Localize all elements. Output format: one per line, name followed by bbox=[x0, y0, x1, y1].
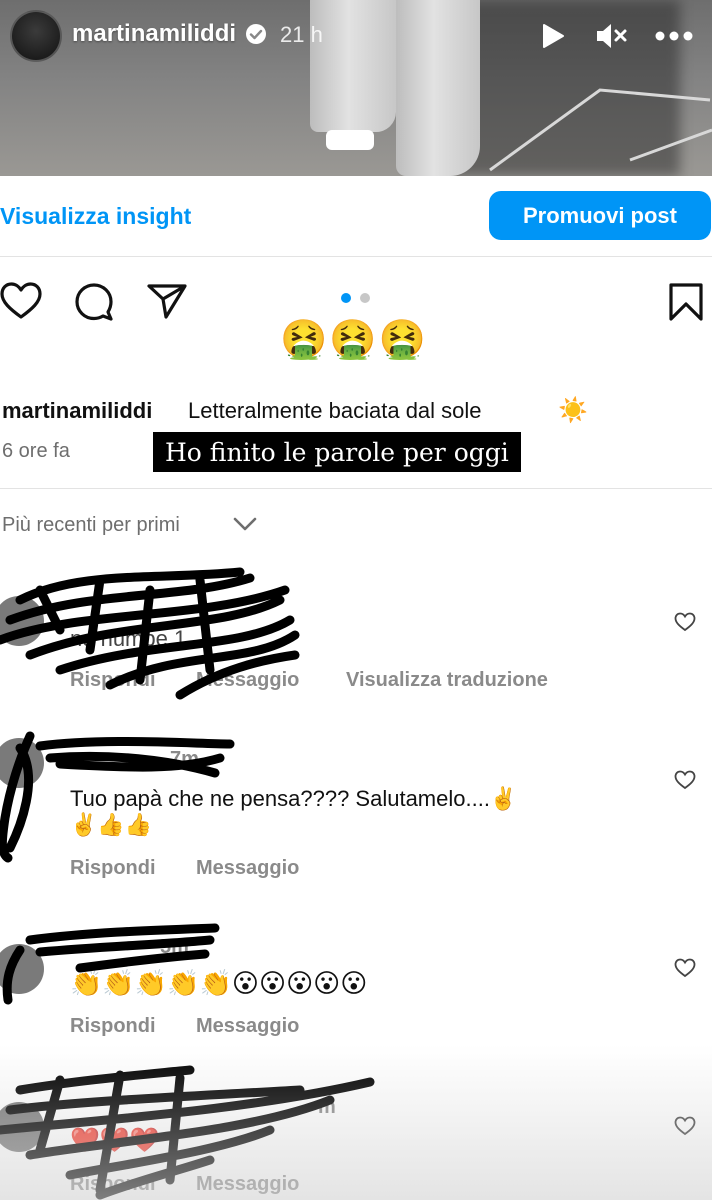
comment-like-icon[interactable] bbox=[674, 958, 696, 978]
reply-button[interactable]: Rispondi bbox=[70, 669, 156, 692]
caption-emoji: ☀️ bbox=[558, 397, 588, 424]
caption-username[interactable]: martinamiliddi bbox=[2, 398, 152, 424]
chalk-lines bbox=[489, 88, 712, 172]
post-time: 6 ore fa bbox=[2, 440, 70, 462]
view-insights-link[interactable]: Visualizza insight bbox=[0, 203, 191, 230]
redaction-scribble bbox=[0, 1065, 375, 1200]
story-username[interactable]: martinamiliddi bbox=[72, 20, 236, 48]
shoe bbox=[326, 130, 374, 150]
story-sticker-emoji: 🤮🤮🤮 bbox=[280, 319, 428, 361]
comment-meta: 5m bbox=[160, 936, 189, 958]
like-heart-icon[interactable] bbox=[0, 282, 42, 320]
message-button[interactable]: Messaggio bbox=[196, 857, 299, 880]
verified-icon bbox=[246, 24, 266, 44]
carousel-dot bbox=[360, 293, 370, 303]
chevron-down-icon[interactable] bbox=[232, 514, 258, 534]
divider bbox=[0, 256, 712, 257]
comment-sort-label[interactable]: Più recenti per primi bbox=[2, 514, 180, 537]
carousel-dot-active bbox=[341, 293, 351, 303]
reply-button[interactable]: Rispondi bbox=[70, 1015, 156, 1038]
comment-icon[interactable] bbox=[74, 282, 114, 322]
comment-text: 👏👏👏👏👏😮😮😮😮😮 bbox=[70, 968, 368, 998]
message-button[interactable]: Messaggio bbox=[196, 669, 299, 692]
message-button[interactable]: Messaggio bbox=[196, 1015, 299, 1038]
reply-button[interactable]: Rispondi bbox=[70, 857, 156, 880]
comment-text: ❤️❤️❤️ bbox=[70, 1127, 160, 1154]
comment-like-icon[interactable] bbox=[674, 612, 696, 632]
comment-text: Tuo papà che ne pensa???? Salutamelo....… bbox=[70, 786, 518, 811]
story-time: 21 h bbox=[280, 22, 323, 47]
divider bbox=[0, 488, 712, 489]
story-overlay-text: Ho finito le parole per oggi bbox=[153, 432, 521, 472]
comment-meta: 7m bbox=[170, 748, 199, 770]
play-icon[interactable] bbox=[538, 22, 566, 50]
comment-avatar[interactable] bbox=[0, 1102, 44, 1152]
story-avatar[interactable] bbox=[10, 10, 62, 62]
message-button[interactable]: Messaggio bbox=[196, 1173, 299, 1196]
save-bookmark-icon[interactable] bbox=[668, 282, 704, 322]
more-icon[interactable] bbox=[654, 30, 694, 42]
promote-post-button[interactable]: Promuovi post bbox=[489, 191, 711, 240]
comment-text: nd numbe 1 bbox=[70, 626, 187, 651]
comment-avatar[interactable] bbox=[0, 596, 44, 646]
pant-leg-left bbox=[310, 0, 396, 132]
reply-button[interactable]: Rispondi bbox=[70, 1173, 156, 1196]
pant-leg-right bbox=[396, 0, 480, 176]
caption-text: Letteralmente baciata dal sole bbox=[188, 398, 482, 423]
comment-avatar[interactable] bbox=[0, 738, 44, 788]
comment-meta: m bbox=[318, 1096, 336, 1118]
comment-like-icon[interactable] bbox=[674, 1116, 696, 1136]
mute-icon[interactable] bbox=[594, 22, 628, 50]
comment-avatar[interactable] bbox=[0, 944, 44, 994]
translate-button[interactable]: Visualizza traduzione bbox=[346, 669, 548, 692]
comment-text-line2: ✌️👍👍 bbox=[70, 812, 153, 837]
share-icon[interactable] bbox=[146, 282, 188, 320]
comment-like-icon[interactable] bbox=[674, 770, 696, 790]
